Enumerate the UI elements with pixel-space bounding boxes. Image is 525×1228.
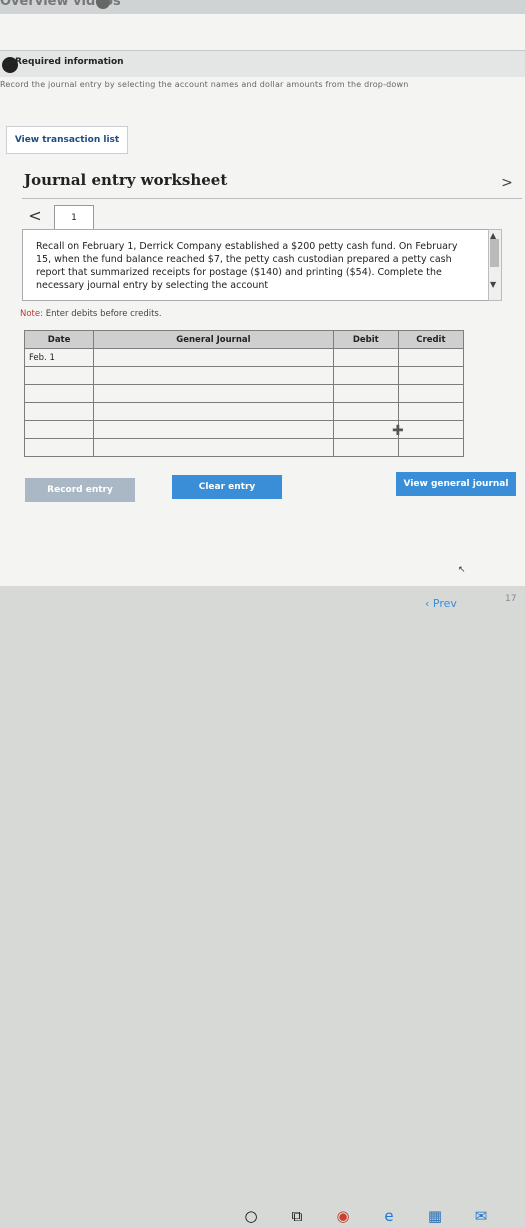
circle-icon[interactable]: ○ bbox=[240, 1205, 262, 1227]
date-cell[interactable] bbox=[23, 402, 95, 421]
scroll-down-icon[interactable]: ▼ bbox=[490, 280, 496, 289]
account-cell[interactable] bbox=[93, 420, 334, 439]
store-icon[interactable]: ▦ bbox=[424, 1205, 446, 1227]
account-cell[interactable] bbox=[93, 366, 334, 385]
table-row[interactable] bbox=[23, 438, 465, 457]
date-cell[interactable] bbox=[23, 420, 95, 439]
divider bbox=[22, 198, 522, 199]
table-row[interactable] bbox=[23, 402, 465, 421]
account-cell[interactable] bbox=[93, 438, 334, 457]
worksheet-title: Journal entry worksheet bbox=[24, 171, 228, 189]
header-general-journal: General Journal bbox=[93, 330, 334, 349]
view-general-journal-button[interactable]: View general journal bbox=[396, 472, 516, 496]
next-entry-button[interactable]: > bbox=[496, 172, 518, 194]
credit-cell[interactable] bbox=[397, 438, 465, 457]
prev-entry-button[interactable]: < bbox=[24, 205, 46, 225]
note-prefix: Note: bbox=[20, 309, 43, 319]
date-cell[interactable] bbox=[23, 366, 95, 385]
chrome-icon[interactable]: ◉ bbox=[332, 1205, 354, 1227]
date-cell[interactable] bbox=[23, 438, 95, 457]
account-cell[interactable] bbox=[93, 348, 334, 367]
debit-cell[interactable] bbox=[332, 402, 399, 421]
taskbar-icons: ○ ⧉ ◉ e ▦ ✉ bbox=[240, 1204, 492, 1228]
task-view-icon[interactable]: ⧉ bbox=[286, 1205, 308, 1227]
mouse-cursor-icon: ✚ bbox=[392, 423, 404, 439]
debit-cell[interactable] bbox=[332, 384, 399, 403]
credit-cell[interactable] bbox=[397, 402, 465, 421]
table-row[interactable]: Feb. 1 bbox=[23, 348, 465, 367]
mail-icon[interactable]: ✉ bbox=[470, 1205, 492, 1227]
view-transaction-list-button[interactable]: View transaction list bbox=[6, 126, 128, 154]
edge-icon[interactable]: e bbox=[378, 1205, 400, 1227]
instruction-text: Record the journal entry by selecting th… bbox=[0, 80, 409, 89]
table-row[interactable] bbox=[23, 366, 465, 385]
header-debit: Debit bbox=[332, 330, 399, 349]
date-cell[interactable]: Feb. 1 bbox=[23, 348, 95, 367]
required-information-label: Required information bbox=[15, 57, 124, 67]
credit-cell[interactable] bbox=[397, 366, 465, 385]
pointer-icon: ↖ bbox=[458, 565, 466, 575]
debit-cell[interactable] bbox=[332, 420, 399, 439]
credit-cell[interactable] bbox=[397, 348, 465, 367]
credit-cell[interactable] bbox=[397, 384, 465, 403]
header-credit: Credit bbox=[397, 330, 465, 349]
scroll-thumb[interactable] bbox=[490, 239, 499, 267]
note-text: Note: Enter debits before credits. bbox=[20, 309, 162, 319]
panel-scrollbar[interactable]: ▲ ▼ bbox=[488, 229, 502, 301]
taskbar: ○ ⧉ ◉ e ▦ ✉ bbox=[0, 586, 525, 1225]
instruction-panel-text: Recall on February 1, Derrick Company es… bbox=[36, 241, 458, 291]
tab-entry-1[interactable]: 1 bbox=[54, 205, 94, 230]
date-cell[interactable] bbox=[23, 384, 95, 403]
debit-cell[interactable] bbox=[332, 348, 399, 367]
note-body: Enter debits before credits. bbox=[43, 309, 162, 319]
table-row[interactable] bbox=[23, 384, 465, 403]
header-date: Date bbox=[23, 330, 95, 349]
debit-cell[interactable] bbox=[332, 366, 399, 385]
account-cell[interactable] bbox=[93, 384, 334, 403]
record-entry-button[interactable]: Record entry bbox=[25, 478, 135, 502]
credit-cell[interactable] bbox=[397, 420, 465, 439]
account-cell[interactable] bbox=[93, 402, 334, 421]
debit-cell[interactable] bbox=[332, 438, 399, 457]
clear-entry-button[interactable]: Clear entry bbox=[172, 475, 282, 499]
instruction-panel: Recall on February 1, Derrick Company es… bbox=[22, 229, 490, 301]
top-bar: Overview videos bbox=[0, 0, 525, 14]
table-header-row: Date General Journal Debit Credit bbox=[23, 330, 465, 349]
